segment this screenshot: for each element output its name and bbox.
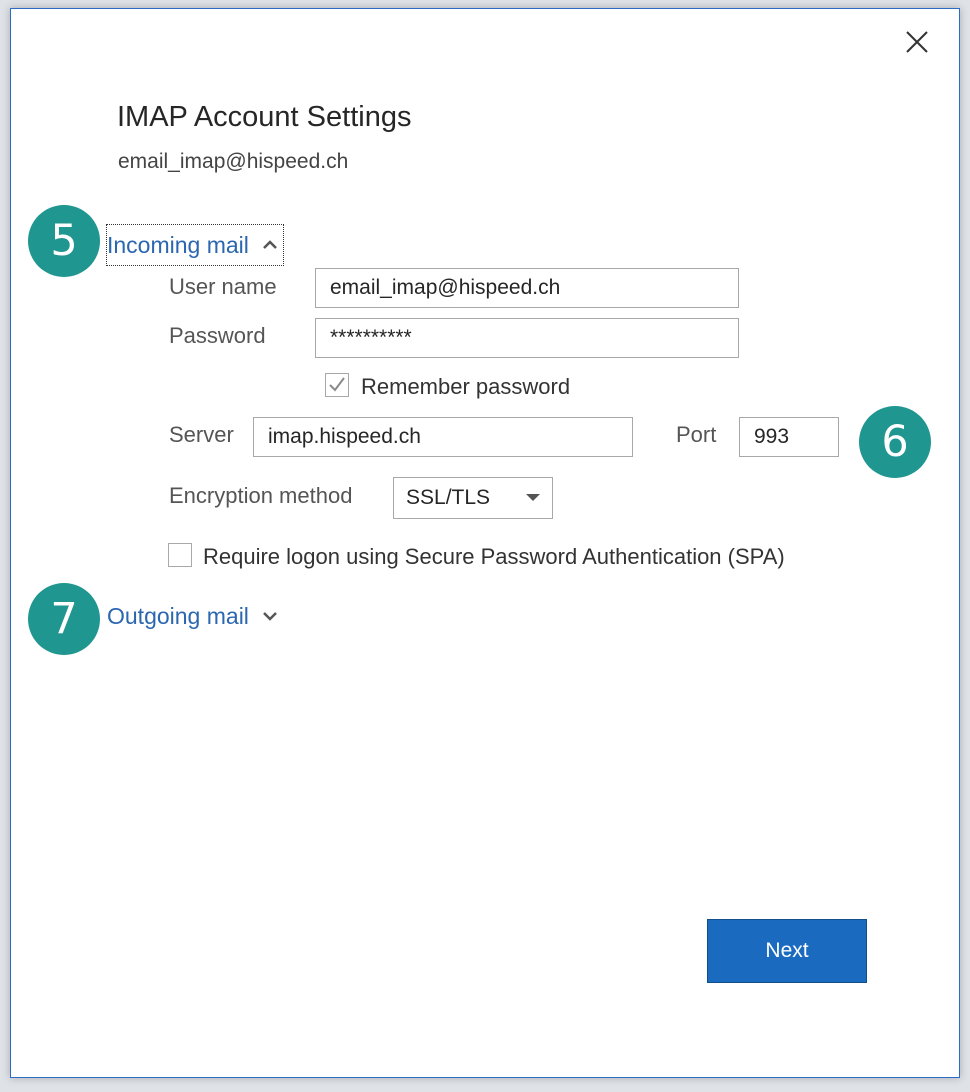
password-input[interactable] <box>315 318 739 358</box>
remember-password-label: Remember password <box>361 374 571 399</box>
password-label: Password <box>169 323 266 348</box>
outgoing-mail-toggle[interactable]: Outgoing mail <box>107 596 279 636</box>
step-badge-port: 6 <box>859 406 931 478</box>
outgoing-mail-label: Outgoing mail <box>107 602 249 629</box>
dropdown-arrow-icon <box>526 494 540 501</box>
account-email: email_imap@hispeed.ch <box>118 150 349 173</box>
incoming-mail-label: Incoming mail <box>107 231 249 258</box>
dialog-title: IMAP Account Settings <box>117 101 412 133</box>
next-button[interactable]: Next <box>707 919 867 983</box>
username-input[interactable] <box>315 268 739 308</box>
checkmark-icon <box>329 377 345 392</box>
step-badge-outgoing: 7 <box>28 583 100 655</box>
imap-settings-dialog: IMAP Account Settings email_imap@hispeed… <box>10 8 960 1078</box>
chevron-down-icon <box>263 612 277 621</box>
server-input[interactable] <box>253 417 633 457</box>
port-input[interactable] <box>739 417 839 457</box>
close-icon <box>906 31 928 53</box>
encryption-select[interactable]: SSL/TLS <box>393 477 553 519</box>
spa-checkbox[interactable] <box>168 543 192 567</box>
username-label: User name <box>169 274 277 299</box>
step-badge-incoming: 5 <box>28 205 100 277</box>
server-label: Server <box>169 422 234 447</box>
spa-label: Require logon using Secure Password Auth… <box>203 544 785 569</box>
encryption-label: Encryption method <box>169 483 353 508</box>
close-button[interactable] <box>904 29 930 55</box>
encryption-value: SSL/TLS <box>406 486 491 509</box>
chevron-up-icon <box>263 240 277 249</box>
remember-password-checkbox[interactable] <box>325 373 349 397</box>
port-label: Port <box>676 422 717 447</box>
incoming-mail-toggle[interactable]: Incoming mail <box>106 224 284 266</box>
